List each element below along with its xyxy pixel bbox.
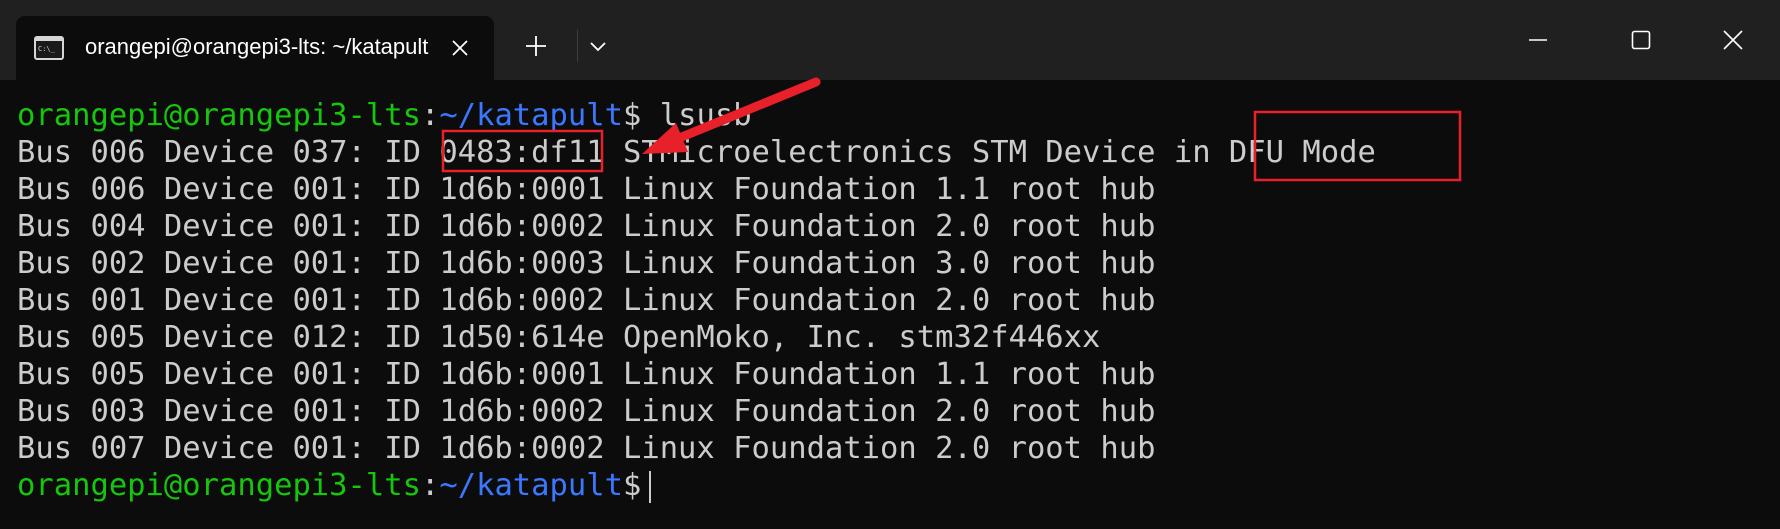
prompt-path: ~/katapult [439,468,623,503]
plus-icon [526,36,546,56]
title-bar: C:\_ orangepi@orangepi3-lts: ~/katapult [0,0,1780,80]
output-line: Bus 002 Device 001: ID 1d6b:0003 Linux F… [17,246,1156,281]
close-icon [452,40,468,56]
tab-dropdown-button[interactable] [578,26,618,66]
terminal-icon: C:\_ [34,36,64,65]
tab-terminal[interactable]: C:\_ orangepi@orangepi3-lts: ~/katapult [16,16,494,80]
output-line: Bus 001 Device 001: ID 1d6b:0002 Linux F… [17,283,1156,318]
minimize-button[interactable] [1495,18,1581,62]
svg-text:C:\_: C:\_ [38,45,56,53]
tab-title: orangepi@orangepi3-lts: ~/katapult [85,34,429,59]
output-line: Bus 005 Device 012: ID 1d50:614e OpenMok… [17,320,1101,355]
window-close-button[interactable] [1690,18,1776,62]
new-tab-button[interactable] [516,26,556,66]
minimize-icon [1529,39,1547,41]
prompt-dollar: $ [623,468,642,503]
current-prompt-line: orangepi@orangepi3-lts:~/katapult$ [17,467,652,504]
output-line: Bus 003 Device 001: ID 1d6b:0002 Linux F… [17,394,1156,429]
prompt-user: orangepi@orangepi3-lts [17,98,421,133]
output-line: Bus 007 Device 001: ID 1d6b:0002 Linux F… [17,431,1156,466]
chevron-down-icon [590,42,606,52]
command-text: lsusb [641,98,752,133]
maximize-button[interactable] [1598,18,1684,62]
terminal-content[interactable]: orangepi@orangepi3-lts:~/katapult$ lsusb… [0,80,1780,529]
output-line: Bus 004 Device 001: ID 1d6b:0002 Linux F… [17,209,1156,244]
command-prompt-line: orangepi@orangepi3-lts:~/katapult$ lsusb [17,97,752,134]
tab-close-button[interactable] [440,28,480,68]
prompt-colon: : [420,468,440,503]
close-icon [1723,30,1743,50]
prompt-path: ~/katapult [439,98,623,133]
output-line: Bus 005 Device 001: ID 1d6b:0001 Linux F… [17,357,1156,392]
output-line: Bus 006 Device 001: ID 1d6b:0001 Linux F… [17,172,1156,207]
prompt-dollar: $ [623,98,642,133]
prompt-user: orangepi@orangepi3-lts [17,468,421,503]
prompt-colon: : [420,98,440,133]
maximize-icon [1631,30,1651,50]
text-cursor [649,470,652,503]
output-line: Bus 006 Device 037: ID 0483:df11 STMicro… [17,135,1376,170]
terminal-window: C:\_ orangepi@orangepi3-lts: ~/katapult [0,0,1780,529]
